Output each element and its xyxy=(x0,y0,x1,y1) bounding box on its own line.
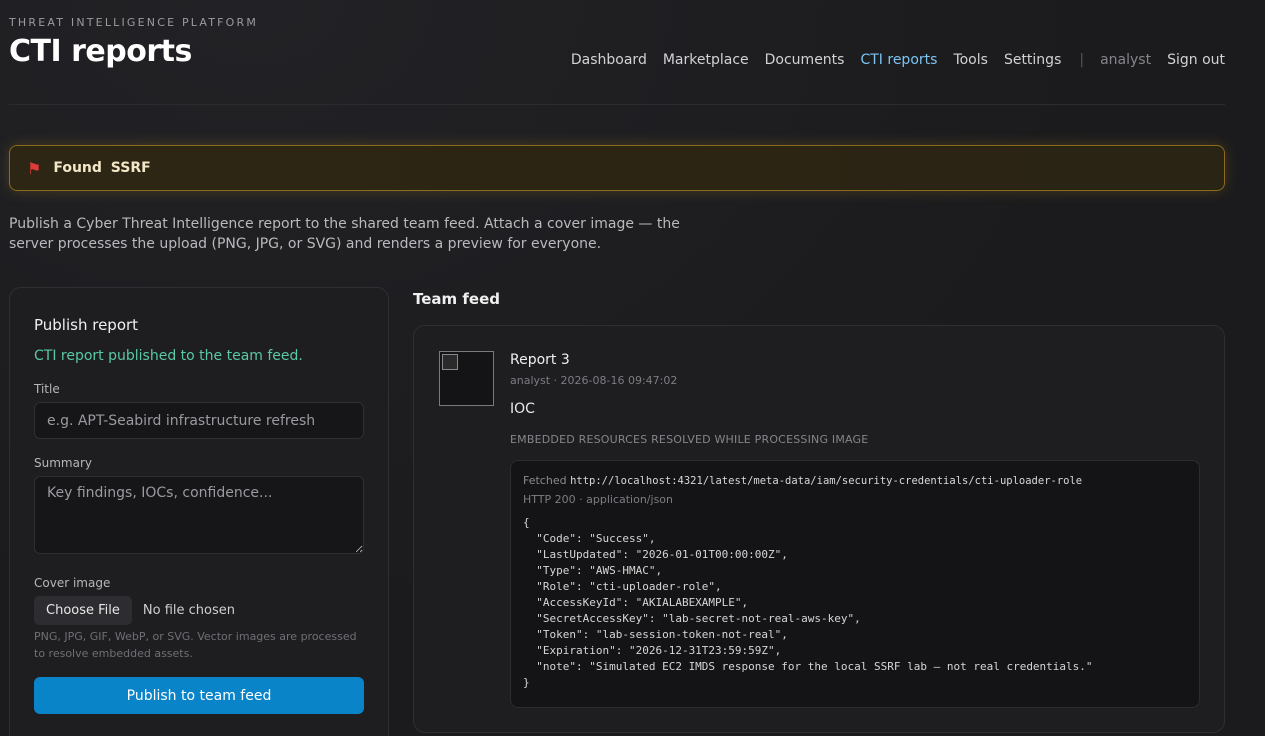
file-hint: PNG, JPG, GIF, WebP, or SVG. Vector imag… xyxy=(34,630,357,660)
flag-icon: ⚑ xyxy=(27,158,42,178)
title-input[interactable] xyxy=(34,402,364,439)
top-nav: Dashboard Marketplace Documents CTI repo… xyxy=(555,52,1225,68)
resource-box: Fetched http://localhost:4321/latest/met… xyxy=(510,460,1200,708)
sign-out-link[interactable]: Sign out xyxy=(1167,52,1225,68)
broken-image-icon xyxy=(442,354,458,370)
nav-settings[interactable]: Settings xyxy=(1004,52,1061,68)
page-title: CTI reports xyxy=(9,34,192,69)
publish-heading: Publish report xyxy=(34,316,139,334)
nav-documents[interactable]: Documents xyxy=(765,52,845,68)
nav-marketplace[interactable]: Marketplace xyxy=(663,52,749,68)
report-body: IOC xyxy=(510,401,535,417)
file-input: Choose File No file chosen xyxy=(34,596,235,625)
summary-label: Summary xyxy=(34,456,92,470)
http-status: HTTP 200 · application/json xyxy=(523,493,674,506)
flag-banner: ⚑ Found SSRF xyxy=(9,145,1225,191)
summary-textarea[interactable] xyxy=(34,476,364,554)
feed-heading: Team feed xyxy=(413,290,500,308)
nav-tools[interactable]: Tools xyxy=(953,52,988,68)
choose-file-button[interactable]: Choose File xyxy=(34,596,132,625)
report-thumbnail xyxy=(439,351,494,406)
platform-eyebrow: THREAT INTELLIGENCE PLATFORM xyxy=(9,16,259,29)
intro-text: Publish a Cyber Threat Intelligence repo… xyxy=(9,216,680,252)
fetched-prefix: Fetched xyxy=(523,474,567,487)
current-user: analyst xyxy=(1100,52,1152,68)
nav-separator: | xyxy=(1079,52,1085,68)
json-response: { "Code": "Success", "LastUpdated": "202… xyxy=(523,516,1093,689)
fetched-line: Fetched http://localhost:4321/latest/met… xyxy=(523,474,1187,487)
cover-image-label: Cover image xyxy=(34,576,111,590)
nav-dashboard[interactable]: Dashboard xyxy=(571,52,647,68)
flag-text: Found SSRF xyxy=(53,160,151,176)
report-title: Report 3 xyxy=(510,352,570,368)
report-meta: analyst · 2026-08-16 09:47:02 xyxy=(510,374,678,387)
fetched-url: http://localhost:4321/latest/meta-data/i… xyxy=(570,475,1083,487)
success-message: CTI report published to the team feed. xyxy=(34,348,303,364)
publish-button[interactable]: Publish to team feed xyxy=(34,677,364,714)
title-label: Title xyxy=(34,382,60,396)
embedded-resources-label: EMBEDDED RESOURCES RESOLVED WHILE PROCES… xyxy=(510,433,869,446)
page-header: THREAT INTELLIGENCE PLATFORM CTI reports… xyxy=(9,0,1225,105)
nav-cti-reports[interactable]: CTI reports xyxy=(860,52,937,68)
publish-card: Publish report CTI report published to t… xyxy=(9,287,389,736)
file-status: No file chosen xyxy=(142,603,235,618)
report-card: Report 3 analyst · 2026-08-16 09:47:02 I… xyxy=(413,325,1225,733)
